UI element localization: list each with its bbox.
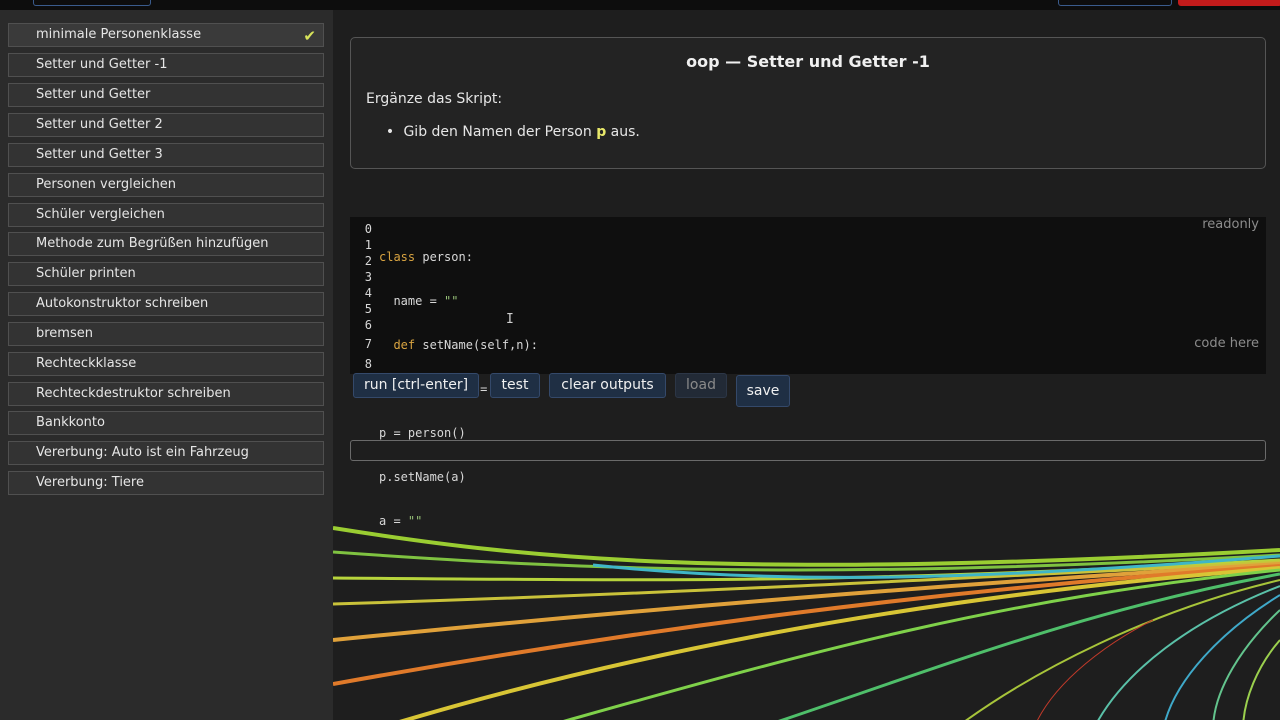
task-intro: Ergänze das Skript: <box>366 91 503 107</box>
sidebar-item-label: Setter und Getter 2 <box>36 117 163 132</box>
line-number: 0 <box>364 222 372 236</box>
load-button[interactable]: load <box>675 373 727 398</box>
code-here-label: code here <box>1194 336 1259 351</box>
sidebar-item-label: Schüler printen <box>36 266 136 281</box>
sidebar-item-label: Setter und Getter -1 <box>36 57 168 72</box>
sidebar-item-vererbung-tiere[interactable]: Vererbung: Tiere <box>8 471 324 495</box>
exercise-sidebar: minimale Personenklasse ✔ Setter und Get… <box>0 10 333 720</box>
sidebar-item-label: Rechteckklasse <box>36 356 137 371</box>
clear-outputs-button[interactable]: clear outputs <box>549 373 666 398</box>
main-panel: oop — Setter und Getter -1 Ergänze das S… <box>333 10 1280 720</box>
code-editor[interactable]: 0 1 2 3 4 5 6 7 8 class person: name = "… <box>350 217 1266 528</box>
sidebar-item-label: minimale Personenklasse <box>36 27 202 42</box>
bullet-icon: • <box>385 124 395 140</box>
sidebar-item-minimale-personenklasse[interactable]: minimale Personenklasse ✔ <box>8 23 324 47</box>
line-number: 2 <box>364 254 372 268</box>
task-bullet-text: Gib den Namen der Person <box>403 124 592 140</box>
line-number: 7 <box>364 337 372 351</box>
output-field <box>350 440 1266 461</box>
sidebar-item-bankkonto[interactable]: Bankkonto <box>8 411 324 435</box>
sidebar-item-label: Setter und Getter 3 <box>36 147 163 162</box>
line-number: 1 <box>364 238 372 252</box>
sidebar-item-schueler-printen[interactable]: Schüler printen <box>8 262 324 286</box>
task-bullet: • Gib den Namen der Person p aus. <box>366 124 640 140</box>
code-line[interactable]: name = "" <box>379 293 538 309</box>
task-bullet-suffix: aus. <box>610 124 640 140</box>
code-line[interactable]: def setName(self,n): <box>379 337 538 353</box>
top-bar <box>0 0 1280 10</box>
sidebar-item-label: Rechteckdestruktor schreiben <box>36 386 231 401</box>
code-line[interactable]: class person: <box>379 249 538 265</box>
text-cursor-icon: I <box>506 312 514 327</box>
line-number: 6 <box>364 318 372 332</box>
sidebar-item-label: Schüler vergleichen <box>36 207 165 222</box>
sidebar-item-label: Personen vergleichen <box>36 177 176 192</box>
task-description: oop — Setter und Getter -1 Ergänze das S… <box>350 37 1266 169</box>
save-button[interactable]: save <box>736 375 790 407</box>
sidebar-item-rechteckdestruktor[interactable]: Rechteckdestruktor schreiben <box>8 382 324 406</box>
line-number: 4 <box>364 286 372 300</box>
sidebar-item-label: Autokonstruktor schreiben <box>36 296 209 311</box>
code-line[interactable]: p = person() <box>379 425 538 441</box>
checkmark-icon: ✔ <box>303 27 316 45</box>
sidebar-item-vererbung-auto[interactable]: Vererbung: Auto ist ein Fahrzeug <box>8 441 324 465</box>
sidebar-item-autokonstruktor[interactable]: Autokonstruktor schreiben <box>8 292 324 316</box>
sidebar-item-setter-getter-3[interactable]: Setter und Getter 3 <box>8 143 324 167</box>
sidebar-item-label: Methode zum Begrüßen hinzufügen <box>36 236 269 251</box>
line-number: 5 <box>364 302 372 316</box>
sidebar-item-rechteckklasse[interactable]: Rechteckklasse <box>8 352 324 376</box>
sidebar-item-setter-getter-2[interactable]: Setter und Getter 2 <box>8 113 324 137</box>
readonly-label: readonly <box>1202 217 1259 232</box>
test-button[interactable]: test <box>490 373 540 398</box>
top-tab-left[interactable] <box>33 0 151 6</box>
sidebar-item-label: Vererbung: Auto ist ein Fahrzeug <box>36 445 249 460</box>
sidebar-item-schueler-vergleichen[interactable]: Schüler vergleichen <box>8 203 324 227</box>
sidebar-item-setter-getter[interactable]: Setter und Getter <box>8 83 324 107</box>
sidebar-item-label: Vererbung: Tiere <box>36 475 144 490</box>
code-line[interactable]: p.setName(a) <box>379 469 538 485</box>
sidebar-item-personen-vergleichen[interactable]: Personen vergleichen <box>8 173 324 197</box>
task-bullet-variable: p <box>596 124 607 140</box>
task-title: oop — Setter und Getter -1 <box>686 52 930 71</box>
sidebar-item-label: Bankkonto <box>36 415 105 430</box>
sidebar-item-label: bremsen <box>36 326 93 341</box>
sidebar-item-label: Setter und Getter <box>36 87 151 102</box>
top-tab-red[interactable] <box>1178 0 1280 6</box>
line-number: 8 <box>364 357 372 371</box>
top-tab-right[interactable] <box>1058 0 1172 6</box>
run-button[interactable]: run [ctrl-enter] <box>353 373 479 398</box>
sidebar-item-bremsen[interactable]: bremsen <box>8 322 324 346</box>
line-number-gutter: 0 1 2 3 4 5 6 7 8 <box>350 221 372 372</box>
sidebar-item-methode-begruessen[interactable]: Methode zum Begrüßen hinzufügen <box>8 232 324 256</box>
sidebar-item-setter-getter-1[interactable]: Setter und Getter -1 <box>8 53 324 77</box>
background-wave-art <box>333 526 1280 720</box>
line-number: 3 <box>364 270 372 284</box>
